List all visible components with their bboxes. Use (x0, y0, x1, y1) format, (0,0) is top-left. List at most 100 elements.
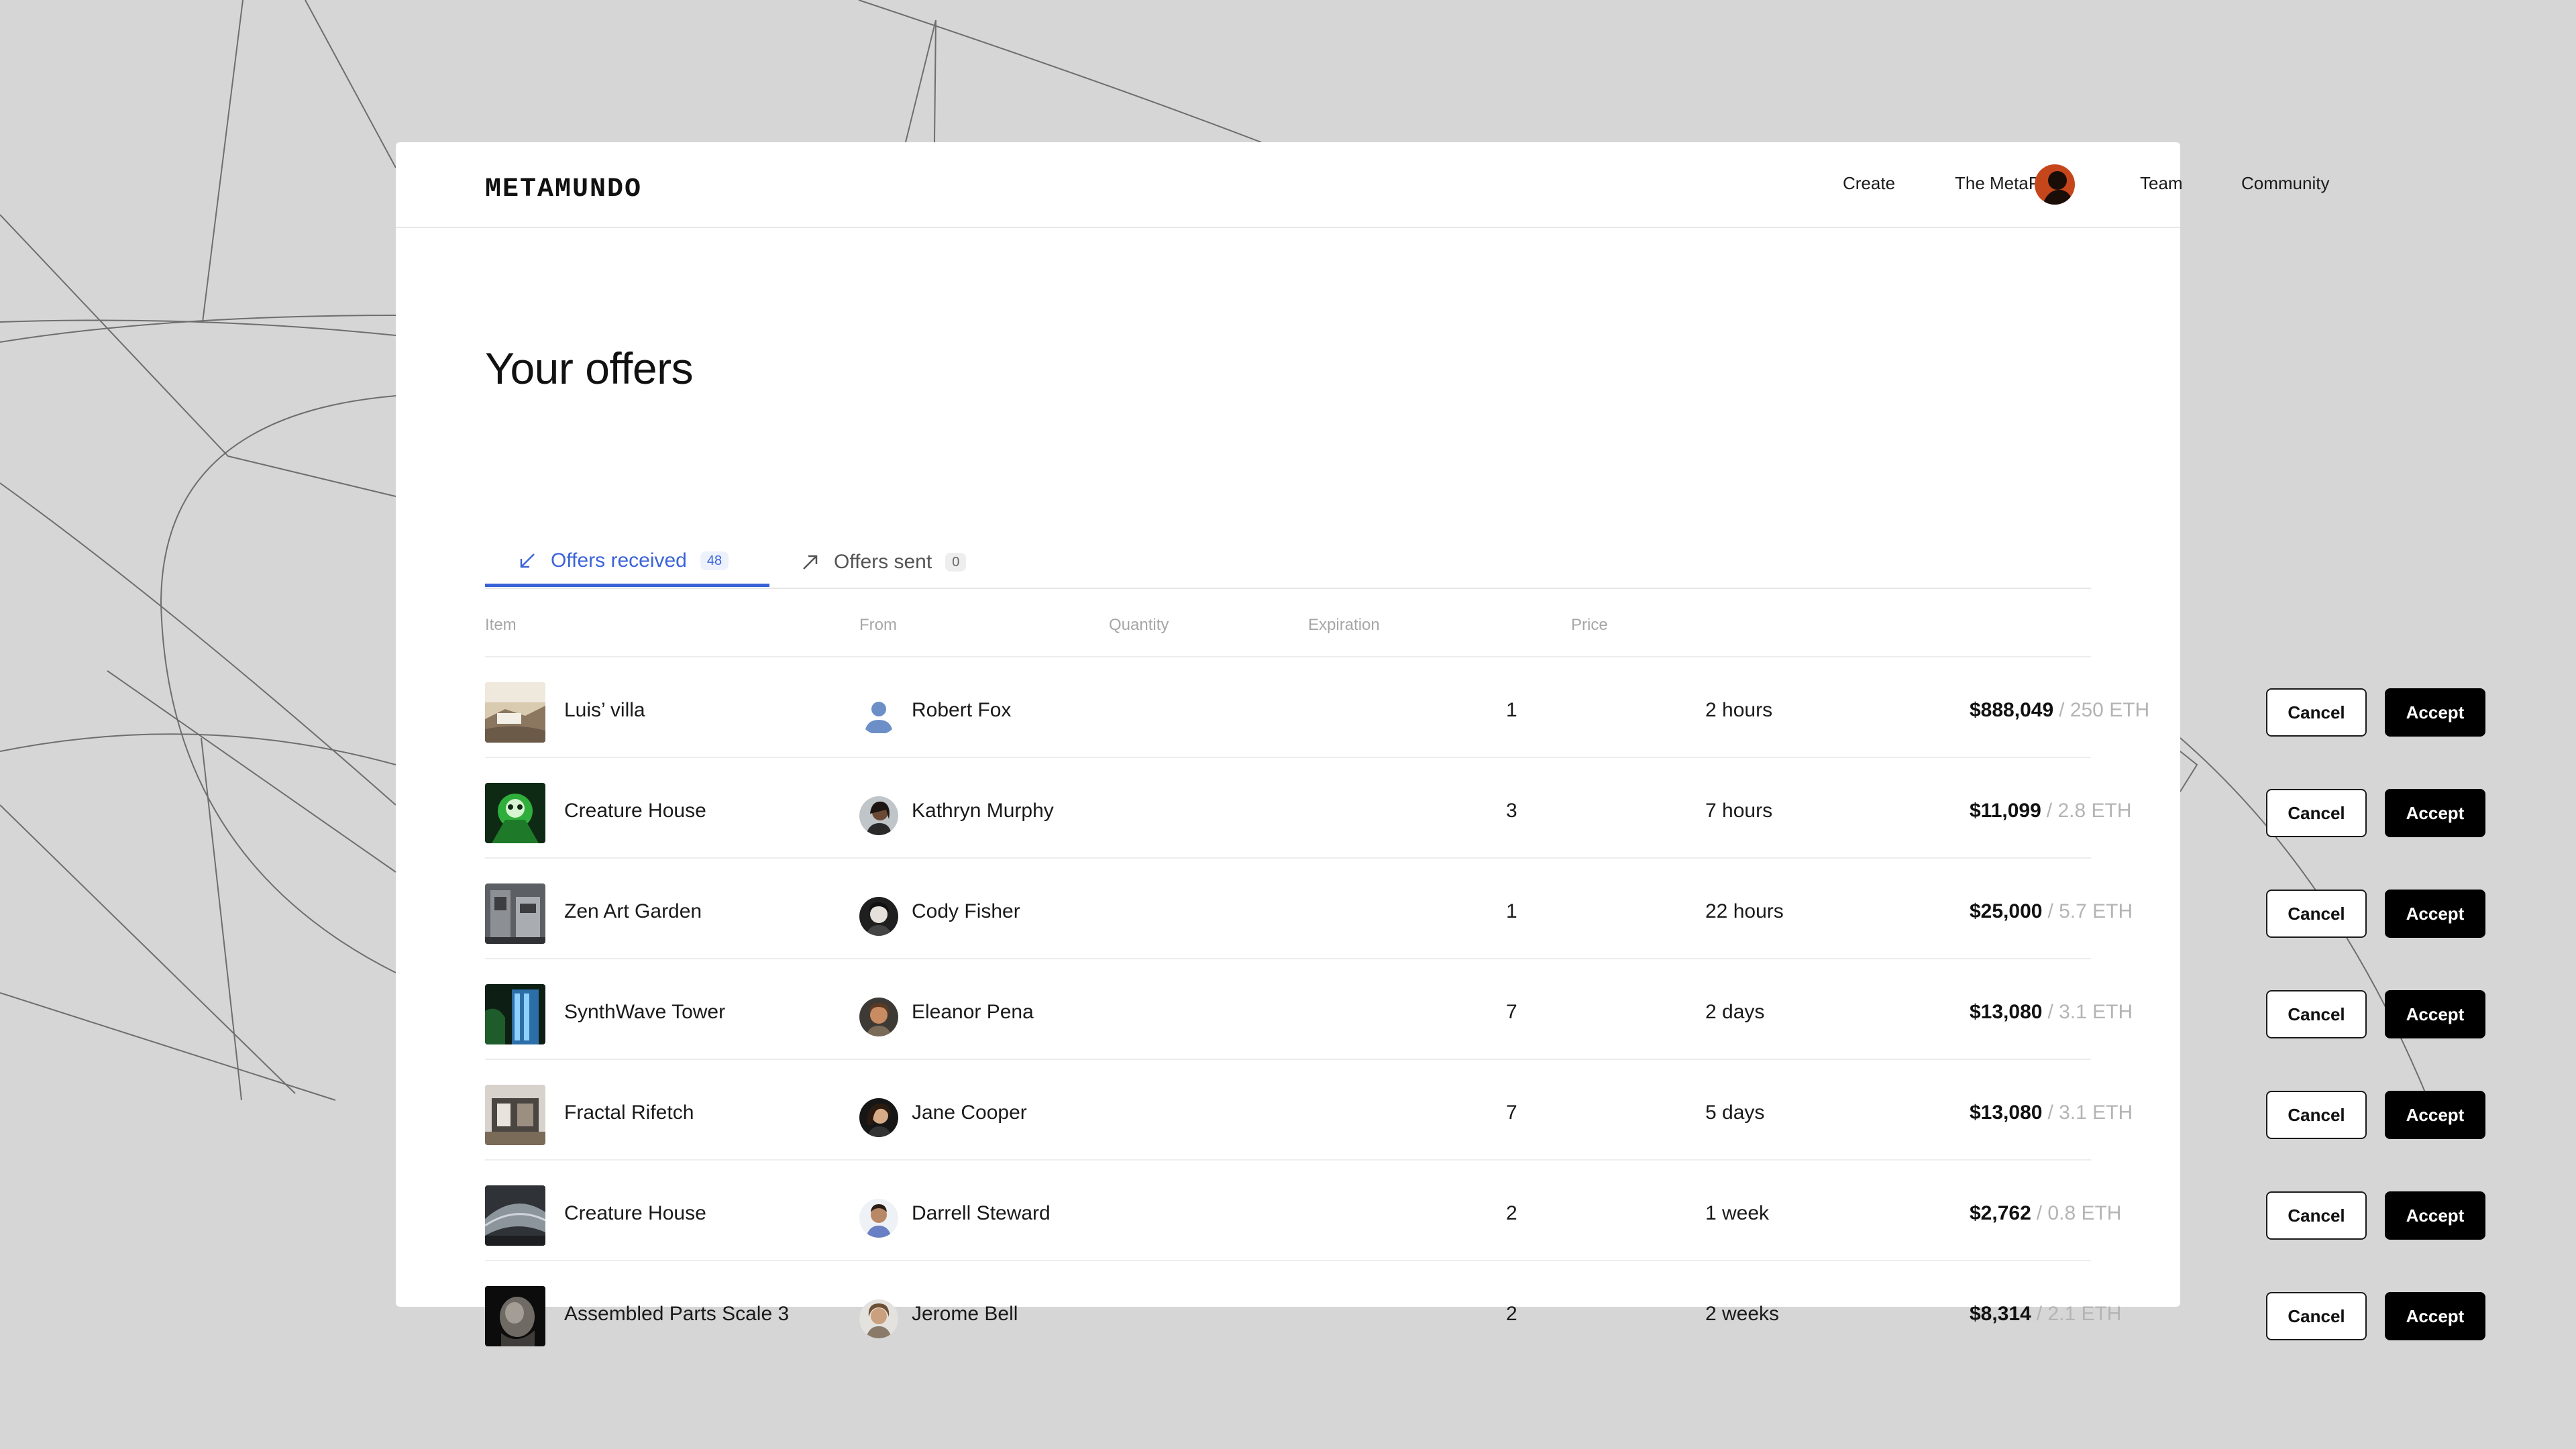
accept-button[interactable]: Accept (2385, 1091, 2485, 1139)
quantity-value: 1 (1506, 699, 1517, 721)
accept-button[interactable]: Accept (2385, 1292, 2485, 1340)
item-thumbnail (485, 1085, 545, 1145)
sender-name: Kathryn Murphy (912, 800, 1054, 822)
column-header-quantity: Quantity (1109, 616, 1169, 634)
column-header-item: Item (485, 616, 517, 634)
price-eth: / 5.7 ETH (2047, 900, 2133, 922)
price-eth: / 2.1 ETH (2036, 1303, 2122, 1325)
table-row[interactable]: Assembled Parts Scale 3 Jerome Bell 2 2 … (485, 1260, 2485, 1360)
table-row[interactable]: Luis’ villa Robert Fox 1 2 hours $888,04… (485, 656, 2485, 757)
price-eth: / 2.8 ETH (2046, 800, 2132, 822)
price: $888,049/ 250 ETH (1970, 699, 2149, 722)
price-eth: / 3.1 ETH (2047, 1001, 2133, 1023)
nav-create[interactable]: Create (1843, 173, 1895, 194)
cancel-button[interactable]: Cancel (2266, 990, 2367, 1038)
sender-name: Jerome Bell (912, 1303, 1018, 1325)
price-usd: $8,314 (1970, 1303, 2031, 1325)
tab-offers-sent[interactable]: Offers sent 0 (800, 538, 967, 586)
column-header-expiration: Expiration (1308, 616, 1380, 634)
sender-name: Darrell Steward (912, 1202, 1051, 1224)
sender-avatar (859, 1299, 898, 1338)
cancel-button[interactable]: Cancel (2266, 688, 2367, 737)
sender-name: Cody Fisher (912, 900, 1020, 922)
price-eth: / 250 ETH (2059, 699, 2150, 721)
expiration-value: 5 days (1705, 1102, 1765, 1124)
sender-avatar (859, 897, 898, 936)
price: $13,080/ 3.1 ETH (1970, 1001, 2133, 1024)
accept-button[interactable]: Accept (2385, 990, 2485, 1038)
column-header-from: From (859, 616, 897, 634)
item-name: SynthWave Tower (564, 1001, 726, 1023)
price: $2,762/ 0.8 ETH (1970, 1202, 2121, 1225)
cancel-button[interactable]: Cancel (2266, 789, 2367, 837)
cancel-button[interactable]: Cancel (2266, 1191, 2367, 1240)
price-usd: $13,080 (1970, 1102, 2043, 1124)
expiration-value: 1 week (1705, 1202, 1770, 1224)
cancel-button[interactable]: Cancel (2266, 1091, 2367, 1139)
accept-button[interactable]: Accept (2385, 789, 2485, 837)
user-avatar[interactable] (2035, 164, 2075, 205)
quantity-value: 7 (1506, 1001, 1517, 1023)
table-row[interactable]: Creature House Kathryn Murphy 3 7 hours … (485, 757, 2485, 857)
item-thumbnail (485, 984, 545, 1044)
tab-count-badge: 48 (700, 551, 729, 570)
item-thumbnail (485, 1286, 545, 1346)
expiration-value: 2 hours (1705, 699, 1773, 721)
cancel-button[interactable]: Cancel (2266, 890, 2367, 938)
nav-team[interactable]: Team (2140, 173, 2183, 194)
nav-community[interactable]: Community (2241, 173, 2329, 194)
page-title: Your offers (485, 343, 694, 394)
sender-name: Jane Cooper (912, 1102, 1027, 1124)
expiration-value: 7 hours (1705, 800, 1773, 822)
arrow-down-left-icon (520, 553, 535, 568)
expiration-value: 2 days (1705, 1001, 1765, 1023)
sender-avatar (859, 998, 898, 1036)
tab-label: Offers sent (834, 551, 932, 573)
price: $13,080/ 3.1 ETH (1970, 1102, 2133, 1124)
quantity-value: 2 (1506, 1303, 1517, 1325)
quantity-value: 3 (1506, 800, 1517, 822)
expiration-value: 22 hours (1705, 900, 1784, 922)
tab-label: Offers received (551, 549, 687, 572)
item-name: Creature House (564, 800, 706, 822)
accept-button[interactable]: Accept (2385, 890, 2485, 938)
quantity-value: 7 (1506, 1102, 1517, 1124)
price-usd: $11,099 (1970, 800, 2041, 822)
item-thumbnail (485, 1185, 545, 1246)
column-header-price: Price (1571, 616, 1608, 634)
price-eth: / 0.8 ETH (2036, 1202, 2122, 1224)
item-name: Luis’ villa (564, 699, 645, 721)
expiration-value: 2 weeks (1705, 1303, 1780, 1325)
item-thumbnail (485, 682, 545, 743)
table-row[interactable]: Fractal Rifetch Jane Cooper 7 5 days $13… (485, 1059, 2485, 1159)
cancel-button[interactable]: Cancel (2266, 1292, 2367, 1340)
price-usd: $2,762 (1970, 1202, 2031, 1224)
price: $25,000/ 5.7 ETH (1970, 900, 2133, 923)
metamundo-logo[interactable]: METAMUNDO (485, 169, 686, 201)
top-navigation-bar: METAMUNDO Create The MetaPortal Team Com… (396, 142, 2329, 228)
offers-tabs: Offers received 48 Offers sent 0 (485, 538, 2091, 589)
arrow-up-right-icon (803, 555, 818, 570)
table-row[interactable]: SynthWave Tower Eleanor Pena 7 2 days $1… (485, 958, 2485, 1059)
sender-name: Eleanor Pena (912, 1001, 1034, 1023)
quantity-value: 1 (1506, 900, 1517, 922)
price-usd: $13,080 (1970, 1001, 2043, 1023)
offers-window: METAMUNDO Create The MetaPortal Team Com… (396, 142, 2485, 1346)
item-thumbnail (485, 783, 545, 843)
item-name: Creature House (564, 1202, 706, 1224)
quantity-value: 2 (1506, 1202, 1517, 1224)
table-row[interactable]: Creature House Darrell Steward 2 1 week … (485, 1159, 2485, 1260)
sender-avatar (859, 696, 898, 735)
svg-text:METAMUNDO: METAMUNDO (485, 174, 642, 201)
price: $11,099/ 2.8 ETH (1970, 800, 2132, 822)
item-name: Zen Art Garden (564, 900, 702, 922)
table-row[interactable]: Zen Art Garden Cody Fisher 1 22 hours $2… (485, 857, 2485, 958)
price-eth: / 3.1 ETH (2047, 1102, 2133, 1124)
price-usd: $25,000 (1970, 900, 2043, 922)
price-usd: $888,049 (1970, 699, 2054, 721)
accept-button[interactable]: Accept (2385, 1191, 2485, 1240)
accept-button[interactable]: Accept (2385, 688, 2485, 737)
price: $8,314/ 2.1 ETH (1970, 1303, 2121, 1326)
tab-offers-received[interactable]: Offers received 48 (485, 538, 769, 587)
sender-avatar (859, 796, 898, 835)
